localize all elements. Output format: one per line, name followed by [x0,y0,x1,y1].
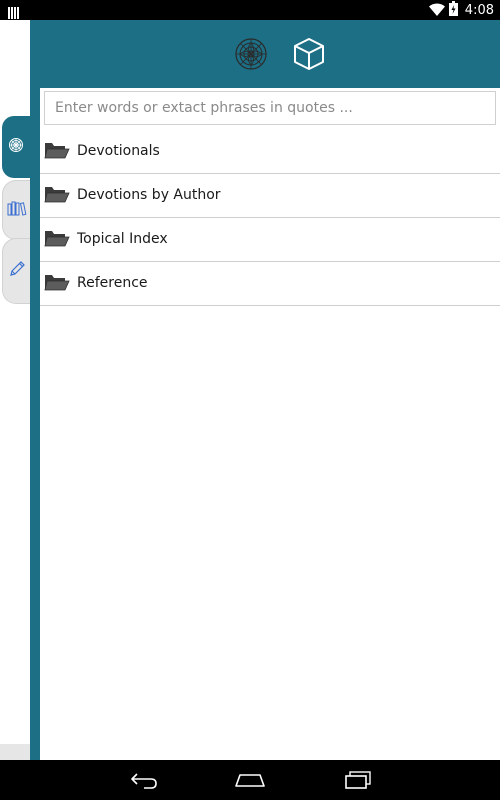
battery-icon [448,0,458,20]
home-icon[interactable] [230,768,270,792]
list-item[interactable]: Devotionals [40,130,500,174]
books-icon [7,200,27,220]
folder-icon [44,140,70,164]
list-item[interactable]: Devotions by Author [40,174,500,218]
frame-border [30,20,40,760]
main-content: Devotionals Devotions by Author [40,88,500,760]
status-bar: 4:08 [0,0,500,20]
wifi-icon [428,1,445,20]
folder-icon [44,272,70,296]
tab-notes[interactable] [2,238,30,304]
list-item-label: Devotionals [77,143,160,159]
rosette-icon [8,137,24,157]
app-header [30,20,500,88]
tab-devotions[interactable] [2,116,30,178]
list-item[interactable]: Topical Index [40,218,500,262]
folder-icon [44,228,70,252]
rail-footer [0,744,30,760]
tab-library[interactable] [2,180,30,240]
search-field[interactable] [44,91,496,125]
pencil-icon [8,260,26,282]
back-icon[interactable] [124,768,164,792]
left-rail [0,20,30,760]
status-time: 4:08 [464,2,494,18]
list-item-label: Reference [77,275,148,291]
list-item-label: Topical Index [77,231,168,247]
list-item-label: Devotions by Author [77,187,221,203]
app-window: Devotionals Devotions by Author [0,20,500,760]
folder-icon [44,184,70,208]
list-item[interactable]: Reference [40,262,500,306]
folder-list: Devotionals Devotions by Author Topical … [40,130,500,306]
recents-icon[interactable] [338,768,378,792]
rosette-icon[interactable] [234,37,268,75]
search-input[interactable] [45,92,495,124]
cube-icon[interactable] [292,37,326,75]
system-nav-bar [0,760,500,800]
